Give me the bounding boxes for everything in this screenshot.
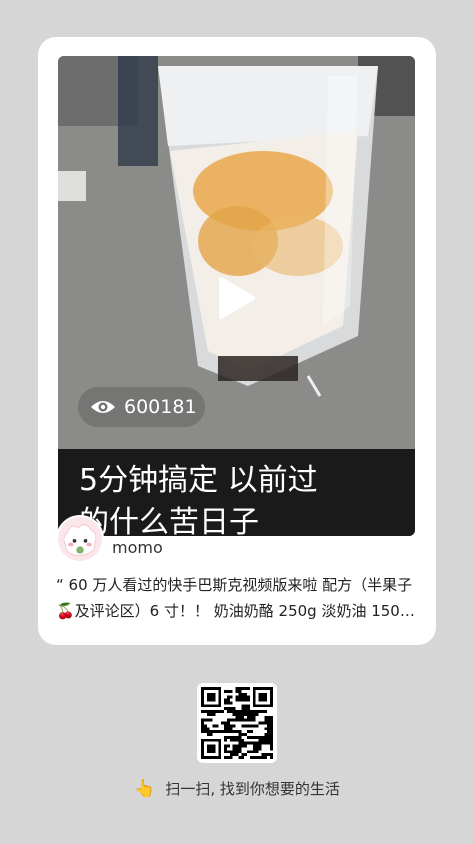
post-card[interactable]: 600181 5分钟搞定 以前过 的什么苦日子 momo “ 60 万人看过的快… <box>38 37 436 645</box>
avatar-image <box>58 517 102 561</box>
pointing-hand-icon: 👆 <box>134 778 156 799</box>
caption-line-1: 5分钟搞定 以前过 <box>79 463 318 498</box>
author-name[interactable]: momo <box>112 538 163 557</box>
scan-hint: 👆 扫一扫, 找到你想要的生活 <box>0 778 474 799</box>
view-count-badge: 600181 <box>78 387 205 427</box>
play-icon[interactable] <box>218 276 256 320</box>
author-row[interactable]: momo <box>56 515 163 563</box>
qr-code-image <box>201 687 273 759</box>
eye-icon <box>91 401 115 413</box>
post-description[interactable]: “ 60 万人看过的快手巴斯克视频版来啦 配方（半果子🍒及评论区）6 寸！！ 奶… <box>56 572 422 624</box>
video-cover[interactable]: 600181 5分钟搞定 以前过 的什么苦日子 <box>58 56 415 536</box>
view-count: 600181 <box>124 396 197 418</box>
qr-code <box>197 683 277 763</box>
scan-text: 扫一扫, 找到你想要的生活 <box>165 780 340 798</box>
avatar[interactable] <box>56 515 104 563</box>
